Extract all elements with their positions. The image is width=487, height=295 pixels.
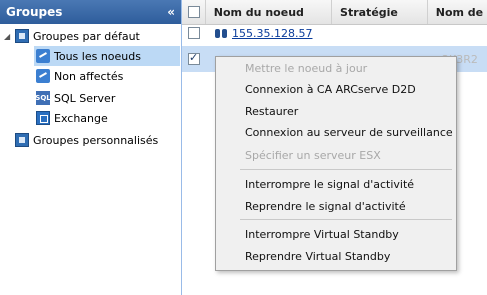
table-row[interactable]: 155.35.128.57 <box>182 20 487 46</box>
menu-item-connect-monitor[interactable]: Connexion au serveur de surveillance <box>216 122 456 142</box>
menu-item-specify-esx[interactable]: Spécifier un serveur ESX <box>216 145 456 165</box>
groups-panel: Groupes « ◢ Groupes par défaut Tous les … <box>0 0 182 295</box>
collapse-arrow-icon[interactable]: ◢ <box>4 32 13 41</box>
tree-node-label: Groupes personnalisés <box>33 133 159 147</box>
menu-item-resume-heartbeat[interactable]: Reprendre le signal d'activité <box>216 196 456 216</box>
select-all-checkbox[interactable] <box>188 6 200 18</box>
share-icon <box>36 49 50 63</box>
tree-node-exchange[interactable]: Exchange <box>36 108 108 128</box>
groups-panel-header: Groupes « <box>0 0 181 24</box>
sql-icon: SQL <box>35 91 51 105</box>
menu-item-restore[interactable]: Restaurer <box>216 101 456 121</box>
menu-item-connect-d2d[interactable]: Connexion à CA ARCserve D2D <box>216 79 456 99</box>
row-checkbox[interactable] <box>188 27 200 39</box>
node-link[interactable]: 155.35.128.57 <box>232 27 312 40</box>
menu-separator <box>240 169 452 170</box>
context-menu: Mettre le noeud à jour Connexion à CA AR… <box>215 56 457 271</box>
menu-item-update-node[interactable]: Mettre le noeud à jour <box>216 58 456 78</box>
row-checkbox[interactable] <box>188 51 200 65</box>
menu-item-pause-heartbeat[interactable]: Interrompre le signal d'activité <box>216 174 456 194</box>
menu-item-pause-virtual-standby[interactable]: Interrompre Virtual Standby <box>216 224 456 244</box>
tree-node-unassigned[interactable]: Non affectés <box>36 66 123 86</box>
tree-node-label: SQL Server <box>54 91 116 105</box>
group-icon <box>15 29 29 43</box>
menu-separator <box>240 219 452 220</box>
tree-node-label: Groupes par défaut <box>33 29 140 43</box>
tree-node-sql-server[interactable]: SQL SQL Server <box>35 88 116 108</box>
tree-node-label: Non affectés <box>54 69 124 83</box>
tree-node-label: Tous les noeuds <box>54 49 141 63</box>
groups-panel-title: Groupes <box>6 5 63 19</box>
group-icon <box>15 133 29 147</box>
collapse-panel-icon[interactable]: « <box>167 5 175 19</box>
menu-item-resume-virtual-standby[interactable]: Reprendre Virtual Standby <box>216 246 456 266</box>
tree-node-label: Exchange <box>54 111 108 125</box>
exchange-icon <box>36 111 50 125</box>
tree-node-default-groups[interactable]: ◢ Groupes par défaut <box>4 26 140 46</box>
tree-node-custom-groups[interactable]: Groupes personnalisés <box>15 130 158 150</box>
binoculars-icon <box>214 27 228 39</box>
tree-node-all-nodes[interactable]: Tous les noeuds <box>34 46 180 66</box>
share-icon <box>36 69 50 83</box>
